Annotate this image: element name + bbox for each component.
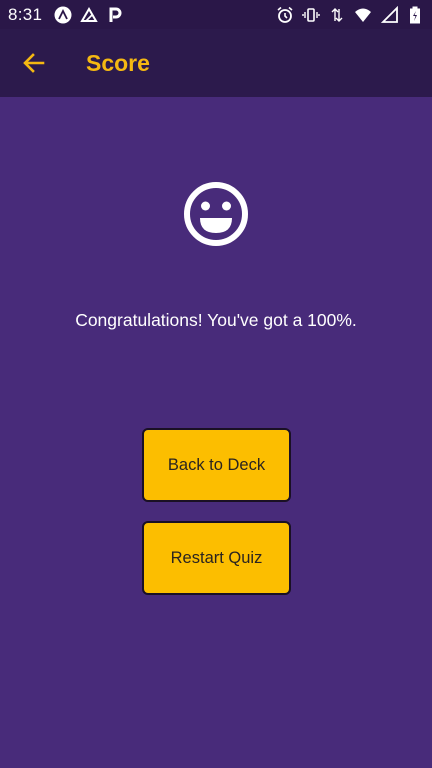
app-icon <box>80 6 99 24</box>
restart-quiz-button[interactable]: Restart Quiz <box>142 521 291 595</box>
status-left-icons <box>54 6 124 24</box>
back-to-deck-button[interactable]: Back to Deck <box>142 428 291 502</box>
expo-icon <box>54 6 72 24</box>
status-right-icons <box>276 5 424 24</box>
restart-quiz-label: Restart Quiz <box>170 548 263 567</box>
page-title: Score <box>86 49 150 76</box>
smiley-icon <box>184 182 248 246</box>
vibrate-icon <box>302 6 320 24</box>
signal-icon <box>380 5 398 24</box>
status-bar: 8:31 <box>0 0 432 29</box>
app-bar: Score <box>0 29 432 97</box>
alarm-icon <box>276 6 294 24</box>
status-time: 8:31 <box>8 4 43 24</box>
wifi-icon <box>354 6 372 24</box>
score-screen: Congratulations! You've got a 100%. Back… <box>0 97 432 768</box>
back-button[interactable] <box>0 29 68 97</box>
arrow-left-icon <box>23 53 45 73</box>
back-to-deck-label: Back to Deck <box>167 455 266 474</box>
data-arrows-icon <box>328 6 346 24</box>
parking-icon <box>106 6 124 24</box>
score-message: Congratulations! You've got a 100%. <box>75 310 357 330</box>
battery-icon <box>406 6 424 24</box>
